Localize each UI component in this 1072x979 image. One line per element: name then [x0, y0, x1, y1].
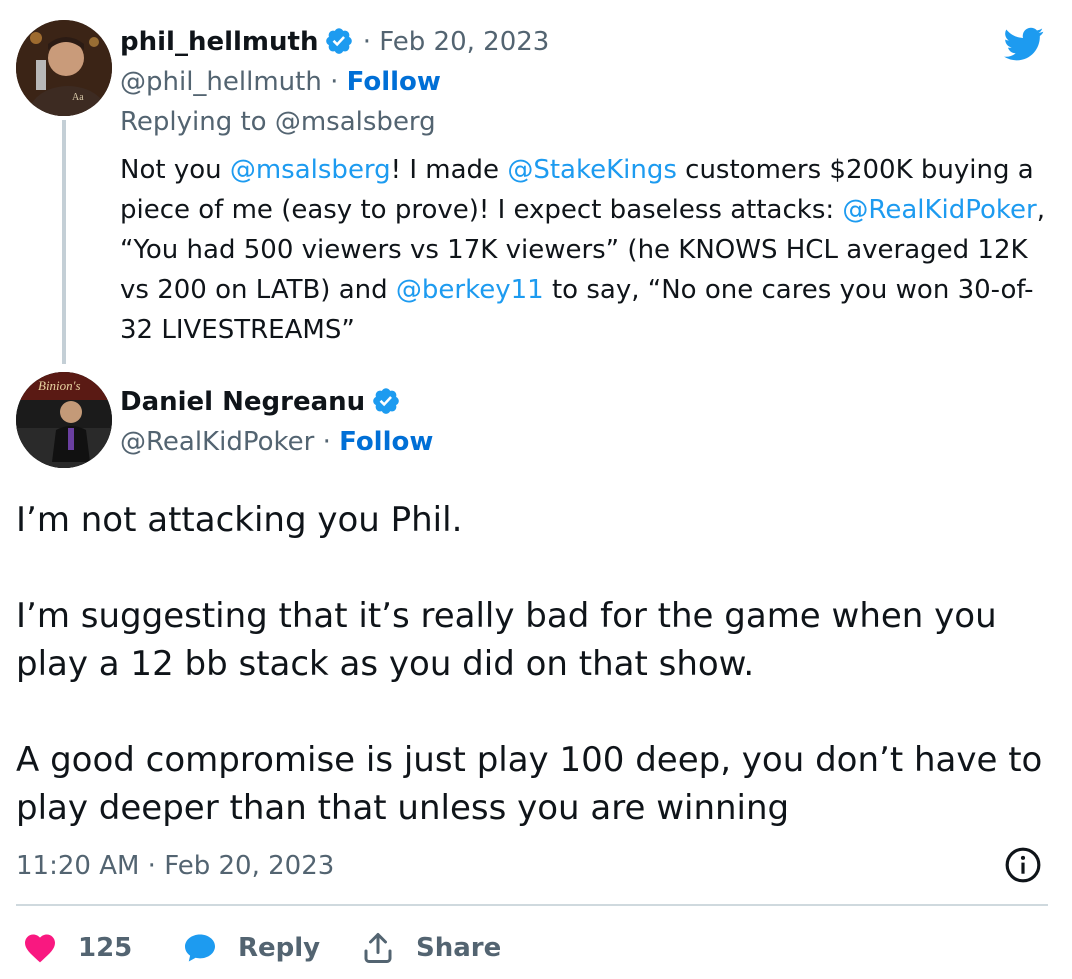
share-icon: [364, 933, 392, 963]
svg-text:Aa: Aa: [72, 92, 84, 103]
mention-link[interactable]: @berkey11: [396, 275, 544, 305]
text-segment: ! I made: [390, 155, 508, 185]
mention-link[interactable]: @msalsberg: [230, 155, 391, 185]
twitter-bird-icon[interactable]: [1000, 24, 1048, 64]
svg-text:Binion's: Binion's: [38, 378, 81, 393]
share-button[interactable]: Share: [360, 928, 501, 968]
main-author-line: Daniel Negreanu: [120, 384, 401, 420]
verified-badge-icon: [373, 388, 399, 414]
parent-handle[interactable]: @phil_hellmuth: [120, 67, 322, 97]
parent-tweet-text: Not you @msalsberg! I made @StakeKings c…: [120, 150, 1055, 350]
follow-button[interactable]: Follow: [339, 427, 433, 457]
replying-to-line: Replying to @msalsberg: [120, 104, 436, 140]
separator-dot: ·: [330, 67, 347, 97]
reply-bubble-icon: [185, 934, 215, 962]
parent-handle-line: @phil_hellmuth · Follow: [120, 64, 441, 100]
reply-label: Reply: [238, 933, 321, 963]
main-handle[interactable]: @RealKidPoker: [120, 427, 314, 457]
replying-to-handle[interactable]: @msalsberg: [275, 107, 436, 137]
tweet-paragraph: I’m not attacking you Phil.: [16, 500, 463, 540]
separator-dot: ·: [362, 27, 380, 57]
avatar-phil-hellmuth[interactable]: Aa: [16, 20, 112, 116]
verified-badge-icon: [326, 28, 353, 54]
mention-link[interactable]: @StakeKings: [507, 155, 677, 185]
avatar-image: Binion's: [16, 372, 112, 468]
heart-icon: [25, 934, 55, 963]
reply-button[interactable]: Reply: [182, 928, 320, 968]
main-handle-line: @RealKidPoker · Follow: [120, 424, 433, 460]
main-tweet-text: I’m not attacking you Phil. I’m suggesti…: [16, 496, 1056, 832]
like-button[interactable]: 125: [22, 928, 132, 968]
avatar-image: Aa: [16, 20, 112, 116]
avatar-daniel-negreanu[interactable]: Binion's: [16, 372, 112, 468]
mention-link[interactable]: @RealKidPoker: [842, 195, 1036, 225]
share-label: Share: [416, 933, 502, 963]
main-display-name[interactable]: Daniel Negreanu: [120, 387, 365, 417]
parent-display-name[interactable]: phil_hellmuth: [120, 27, 318, 57]
tweet-timestamp[interactable]: 11:20 AM · Feb 20, 2023: [16, 848, 334, 884]
thread-line: [62, 120, 66, 364]
tweet-paragraph: I’m suggesting that it’s really bad for …: [16, 596, 997, 684]
parent-date[interactable]: Feb 20, 2023: [379, 27, 549, 57]
replying-to-label: Replying to: [120, 107, 267, 137]
tweet-paragraph: A good compromise is just play 100 deep,…: [16, 740, 1043, 828]
divider: [16, 904, 1048, 906]
separator-dot: ·: [322, 427, 340, 457]
info-icon[interactable]: [1004, 846, 1042, 884]
text-segment: Not you: [120, 155, 230, 185]
likes-count: 125: [78, 933, 133, 963]
follow-button[interactable]: Follow: [347, 67, 441, 97]
parent-author-line: phil_hellmuth · Feb 20, 2023: [120, 24, 549, 60]
